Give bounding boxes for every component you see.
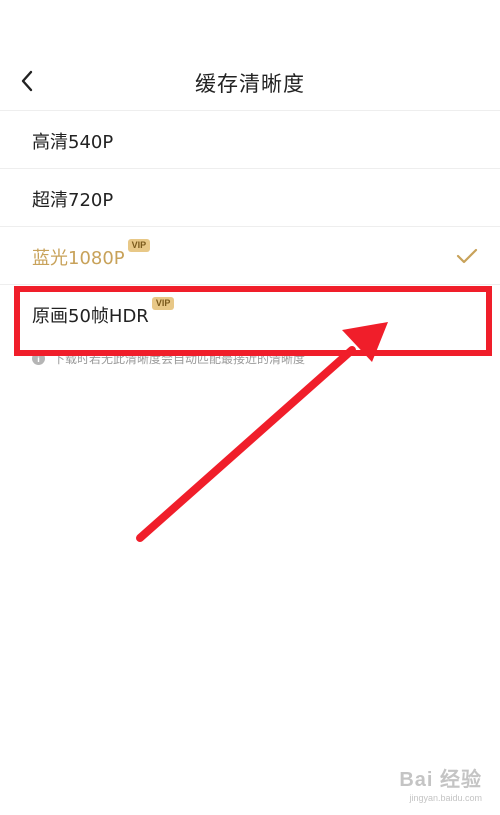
page-title: 缓存清晰度 — [195, 72, 305, 96]
hint-text: 下载时若无此清晰度会自动匹配最接近的清晰度 — [53, 352, 306, 366]
option-720p[interactable]: 超清720P — [0, 169, 500, 227]
hint-row: 下载时若无此清晰度会自动匹配最接近的清晰度 — [32, 350, 472, 367]
option-label: 高清540P — [32, 132, 114, 153]
option-hdr[interactable]: 原画50帧HDRVIP — [0, 285, 500, 343]
info-icon — [32, 352, 45, 365]
vip-badge: VIP — [151, 297, 175, 310]
check-icon — [456, 248, 478, 264]
option-label: 原画50帧HDRVIP — [32, 297, 175, 328]
watermark: Bai 经验 jingyan.baidu.com — [399, 763, 482, 803]
resolution-list: 高清540P 超清720P 蓝光1080PVIP 原画50帧HDRVIP — [0, 111, 500, 343]
vip-badge: VIP — [127, 239, 151, 252]
option-label-text: 蓝光1080P — [32, 248, 125, 269]
option-label-text: 原画50帧HDR — [32, 306, 149, 327]
option-label: 超清720P — [32, 190, 114, 211]
option-1080p[interactable]: 蓝光1080PVIP — [0, 227, 500, 285]
watermark-url: jingyan.baidu.com — [409, 793, 482, 803]
top-bar: 缓存清晰度 — [0, 52, 500, 111]
watermark-logo: Bai 经验 — [399, 769, 482, 791]
option-label: 蓝光1080PVIP — [32, 239, 151, 270]
option-540p[interactable]: 高清540P — [0, 111, 500, 169]
